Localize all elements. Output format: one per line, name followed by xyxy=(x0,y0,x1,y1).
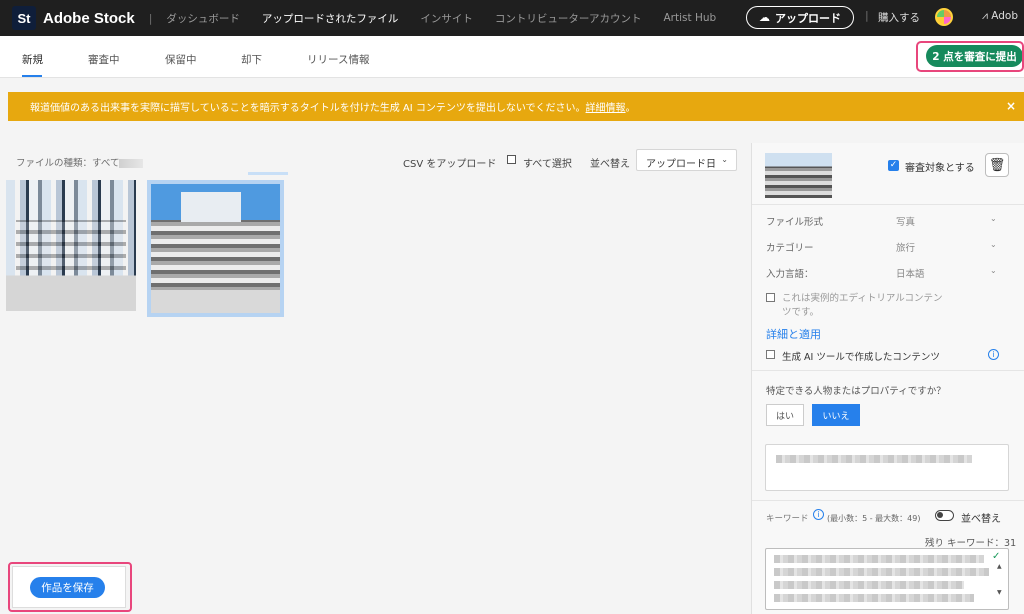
info-icon[interactable]: i xyxy=(988,349,999,360)
tab-releases[interactable]: リリース情報 xyxy=(307,52,369,67)
selected-asset-preview xyxy=(765,153,832,198)
tab-bar: 新規 審査中 保留中 却下 リリース情報 xyxy=(0,36,1024,78)
selection-indicator xyxy=(248,172,288,175)
asset-thumbnail-selected[interactable] xyxy=(147,180,284,317)
divider xyxy=(752,500,1024,501)
cloud-upload-icon: ☁ xyxy=(759,11,770,24)
tab-rejected[interactable]: 却下 xyxy=(241,52,262,67)
chevron-down-icon: ⌄ xyxy=(721,155,728,164)
select-all-label[interactable]: すべて選択 xyxy=(523,155,572,170)
divider xyxy=(752,204,1024,205)
no-button[interactable]: いいえ xyxy=(812,404,860,426)
tab-new[interactable]: 新規 xyxy=(22,52,43,67)
sort-toggle-label[interactable]: 並べ替え xyxy=(961,510,1001,525)
blurred-value xyxy=(119,159,144,168)
trash-icon[interactable]: 🗑 xyxy=(985,153,1009,177)
category-label: カテゴリー xyxy=(766,243,814,254)
review-label[interactable]: 審査対象とする xyxy=(905,159,975,174)
banner-text: 報道価値のある出来事を実際に描写していることを暗示するタイトルを付けた生成 AI… xyxy=(30,103,586,114)
file-type-label: ファイルの種類：すべて xyxy=(16,158,120,169)
file-type-filter[interactable]: ファイルの種類：すべて xyxy=(16,155,144,169)
highlight-frame xyxy=(916,41,1024,72)
editorial-label: これは実例的エディトリアルコンテンツです。 xyxy=(782,293,943,318)
blurred-text xyxy=(774,594,974,602)
nav-insights[interactable]: インサイト xyxy=(420,11,473,26)
divider: | xyxy=(865,9,869,22)
info-icon[interactable]: i xyxy=(813,509,824,520)
scroll-down-icon[interactable]: ▼ xyxy=(997,589,1002,596)
adobe-stock-logo[interactable]: St xyxy=(12,6,36,30)
upload-label: アップロード xyxy=(775,11,841,25)
blurred-text xyxy=(776,455,972,463)
nav-uploaded-files[interactable]: アップロードされたファイル xyxy=(262,11,399,26)
avatar[interactable] xyxy=(935,8,953,26)
title-field[interactable] xyxy=(765,444,1009,491)
yes-button[interactable]: はい xyxy=(766,404,804,426)
chevron-down-icon[interactable]: ⌄ xyxy=(990,266,997,275)
warning-banner: 報道価値のある出来事を実際に描写していることを暗示するタイトルを付けた生成 AI… xyxy=(8,92,1024,121)
chevron-down-icon[interactable]: ⌄ xyxy=(990,214,997,223)
image-content xyxy=(16,220,126,270)
tab-on-hold[interactable]: 保留中 xyxy=(165,52,197,67)
asset-thumbnail[interactable] xyxy=(6,180,136,311)
genai-checkbox[interactable] xyxy=(766,350,775,359)
close-icon[interactable]: × xyxy=(1006,99,1016,113)
category-select[interactable]: 旅行 xyxy=(896,240,915,254)
highlight-frame xyxy=(8,562,132,612)
remaining-keywords: 残り キーワード：31 xyxy=(925,538,1017,549)
sort-value: アップロード日 xyxy=(646,159,716,170)
image-content xyxy=(151,184,280,313)
keywords-field[interactable] xyxy=(765,548,1009,610)
input-language-select[interactable]: 日本語 xyxy=(896,266,925,280)
person-property-question: 特定できる人物またはプロパティですか？ xyxy=(766,386,946,397)
editorial-checkbox[interactable] xyxy=(766,293,775,302)
check-icon: ✓ xyxy=(992,551,1001,562)
nav-artist-hub[interactable]: Artist Hub xyxy=(664,12,717,24)
sort-label: 並べ替え xyxy=(590,159,630,170)
image-detail xyxy=(181,192,241,222)
divider: | xyxy=(148,11,153,25)
buy-link[interactable]: 購入する xyxy=(878,10,920,25)
genai-label: 生成 AI ツールで作成したコンテンツ xyxy=(782,352,940,363)
blurred-text xyxy=(774,568,989,576)
sort-toggle[interactable] xyxy=(935,510,954,521)
tab-in-review[interactable]: 審査中 xyxy=(88,52,120,67)
nav-dashboard[interactable]: ダッシュボード xyxy=(166,11,240,26)
keywords-count: (最小数：5 - 最大数：49) xyxy=(827,514,921,523)
active-tab-indicator xyxy=(22,75,42,77)
banner-message: 報道価値のある出来事を実際に描写していることを暗示するタイトルを付けた生成 AI… xyxy=(30,99,636,114)
details-apply-link[interactable]: 詳細と適用 xyxy=(766,326,821,342)
upload-button[interactable]: ☁ アップロード xyxy=(746,6,854,29)
banner-suffix: 。 xyxy=(625,103,636,114)
blurred-text xyxy=(774,555,984,563)
input-language-label: 入力言語： xyxy=(766,269,814,280)
scroll-up-icon[interactable]: ▲ xyxy=(997,563,1002,570)
file-format-label: ファイル形式 xyxy=(766,217,824,228)
select-all-checkbox[interactable] xyxy=(507,155,516,164)
adobe-menu[interactable]: ⩘ Adob xyxy=(982,10,1018,23)
blurred-text xyxy=(774,581,964,589)
top-bar: St Adobe Stock | ダッシュボード アップロードされたファイル イ… xyxy=(0,0,1024,36)
banner-details-link[interactable]: 詳細情報 xyxy=(586,103,626,114)
chevron-down-icon[interactable]: ⌄ xyxy=(990,240,997,249)
review-checkbox[interactable]: ✓ xyxy=(888,160,899,171)
file-format-select[interactable]: 写真 xyxy=(896,214,915,228)
nav-contributor-account[interactable]: コントリビューターアカウント xyxy=(495,11,642,26)
brand-name[interactable]: Adobe Stock xyxy=(43,10,135,27)
adobe-icon: ⩘ xyxy=(982,10,992,22)
csv-upload-link[interactable]: CSV をアップロード xyxy=(403,155,496,170)
divider xyxy=(752,370,1024,371)
sort-dropdown[interactable]: アップロード日 ⌄ xyxy=(636,149,737,171)
keywords-label: キーワード xyxy=(766,514,809,524)
adobe-label: Adob xyxy=(991,10,1019,22)
